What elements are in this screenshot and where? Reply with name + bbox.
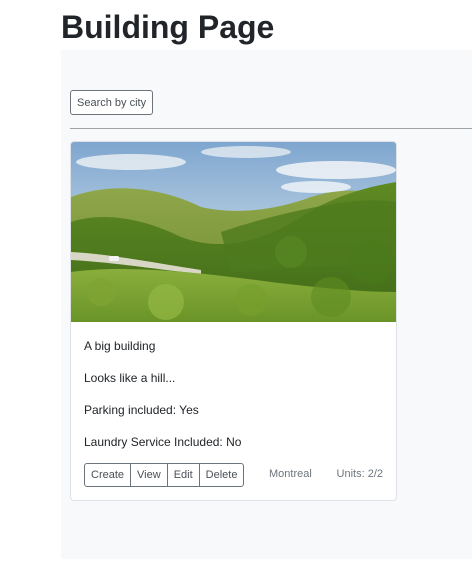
building-city: Montreal <box>269 468 312 480</box>
parking-info: Parking included: Yes <box>84 403 199 417</box>
divider <box>70 128 472 129</box>
search-input[interactable] <box>70 90 153 115</box>
laundry-info: Laundry Service Included: No <box>84 435 242 449</box>
building-image <box>71 142 396 322</box>
edit-button[interactable]: Edit <box>166 463 200 487</box>
delete-button[interactable]: Delete <box>198 463 245 487</box>
building-description: Looks like a hill... <box>84 371 176 385</box>
view-button[interactable]: View <box>130 463 168 487</box>
building-units: Units: 2/2 <box>336 468 383 480</box>
page-title: Building Page <box>61 9 275 45</box>
card-actions: Create View Edit Delete <box>84 463 245 487</box>
create-button[interactable]: Create <box>84 463 132 487</box>
building-card: A big building Looks like a hill... Park… <box>70 141 397 501</box>
building-name: A big building <box>84 339 156 353</box>
content-panel: A big building Looks like a hill... Park… <box>61 50 472 559</box>
